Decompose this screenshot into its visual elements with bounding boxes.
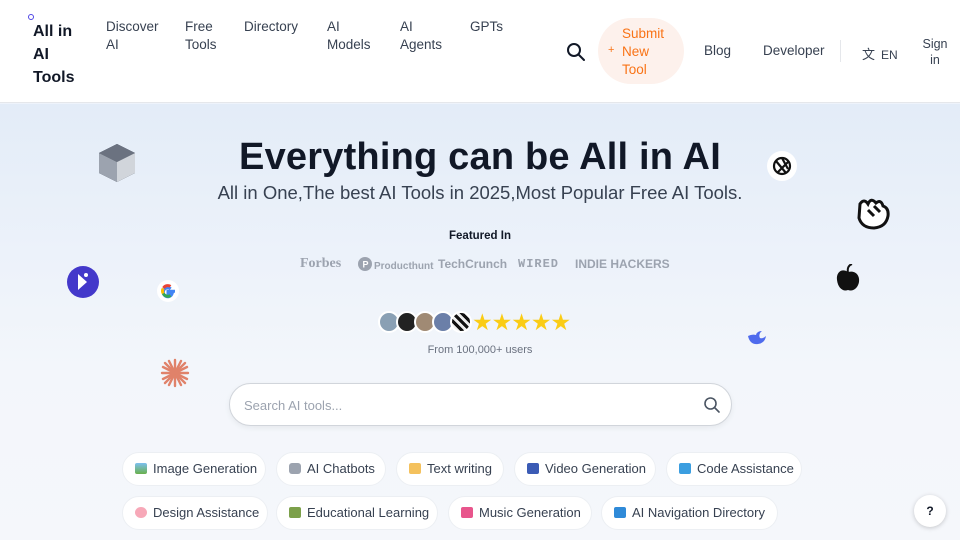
search-bar[interactable] (229, 383, 732, 426)
category-chip-video-generation[interactable]: Video Generation (514, 452, 656, 486)
avatar (450, 311, 472, 333)
book-icon (614, 507, 626, 518)
plus-icon: + (608, 44, 615, 56)
music-icon (461, 507, 473, 518)
category-chip-educational-learning[interactable]: Educational Learning (276, 496, 438, 530)
language-label: EN (881, 48, 898, 62)
picture-icon (135, 463, 147, 474)
apple-logo-icon (834, 263, 862, 299)
nav-ai-agents[interactable]: AI Agents (400, 18, 444, 54)
nav-blog[interactable]: Blog (704, 43, 731, 58)
student-icon (289, 507, 301, 518)
press-logo-techcrunch: TechCrunch (438, 257, 508, 271)
logo-text: All in AI Tools (33, 23, 75, 86)
producthunt-icon: P (358, 257, 372, 271)
press-logo-indie-hackers: INDIE HACKERS (575, 257, 670, 271)
rating-stars: ★★★★★ (472, 309, 571, 335)
producthunt-label: Producthunt (374, 261, 434, 272)
writing-hand-icon (409, 463, 421, 474)
category-chip-code-assistance[interactable]: Code Assistance (666, 452, 802, 486)
search-icon[interactable] (566, 42, 586, 62)
nav-gpts[interactable]: GPTs (470, 18, 503, 36)
category-chip-design-assistance[interactable]: Design Assistance (122, 496, 268, 530)
site-header: All in AI Tools Discover AI Free Tools D… (0, 0, 960, 103)
category-chip-ai-navigation-directory[interactable]: AI Navigation Directory (601, 496, 778, 530)
submit-new-tool-label: Submit New Tool (622, 26, 665, 77)
category-chip-text-writing[interactable]: Text writing (396, 452, 504, 486)
search-input[interactable] (244, 395, 684, 415)
press-logo-forbes: Forbes (300, 256, 342, 271)
submit-new-tool-button[interactable]: + Submit New Tool (598, 18, 684, 84)
search-icon[interactable] (703, 396, 721, 414)
svg-text:P: P (363, 260, 369, 270)
nav-directory[interactable]: Directory (244, 18, 298, 36)
press-logo-producthunt: P Producthunt (358, 257, 433, 273)
nav-discover-ai[interactable]: Discover AI (106, 18, 164, 54)
hero-subtitle: All in One,The best AI Tools in 2025,Mos… (217, 182, 743, 203)
press-logo-wired: WIRED (518, 257, 560, 271)
palette-icon (135, 507, 147, 518)
nav-free-tools[interactable]: Free Tools (185, 18, 221, 54)
help-button[interactable]: ? (914, 495, 946, 527)
category-chip-image-generation[interactable]: Image Generation (122, 452, 266, 486)
nav-developer[interactable]: Developer (763, 43, 825, 58)
users-count: From 100,000+ users (427, 344, 533, 356)
language-switcher[interactable]: 文 EN (862, 44, 898, 63)
claude-logo-icon (160, 358, 190, 393)
translate-icon: 文 (862, 47, 876, 62)
hero-title: Everything can be All in AI (239, 136, 721, 178)
sign-in-link[interactable]: Sign in (922, 36, 948, 68)
featured-in-label: Featured In (449, 230, 511, 242)
nav-ai-models[interactable]: AI Models (327, 18, 375, 54)
bolt-logo-icon (66, 265, 100, 304)
robot-icon (289, 463, 301, 474)
category-chip-music-generation[interactable]: Music Generation (448, 496, 592, 530)
category-chip-ai-chatbots[interactable]: AI Chatbots (276, 452, 386, 486)
film-icon (527, 463, 539, 474)
google-logo-icon (156, 279, 180, 308)
nav-divider (840, 40, 841, 62)
computer-icon (679, 463, 691, 474)
